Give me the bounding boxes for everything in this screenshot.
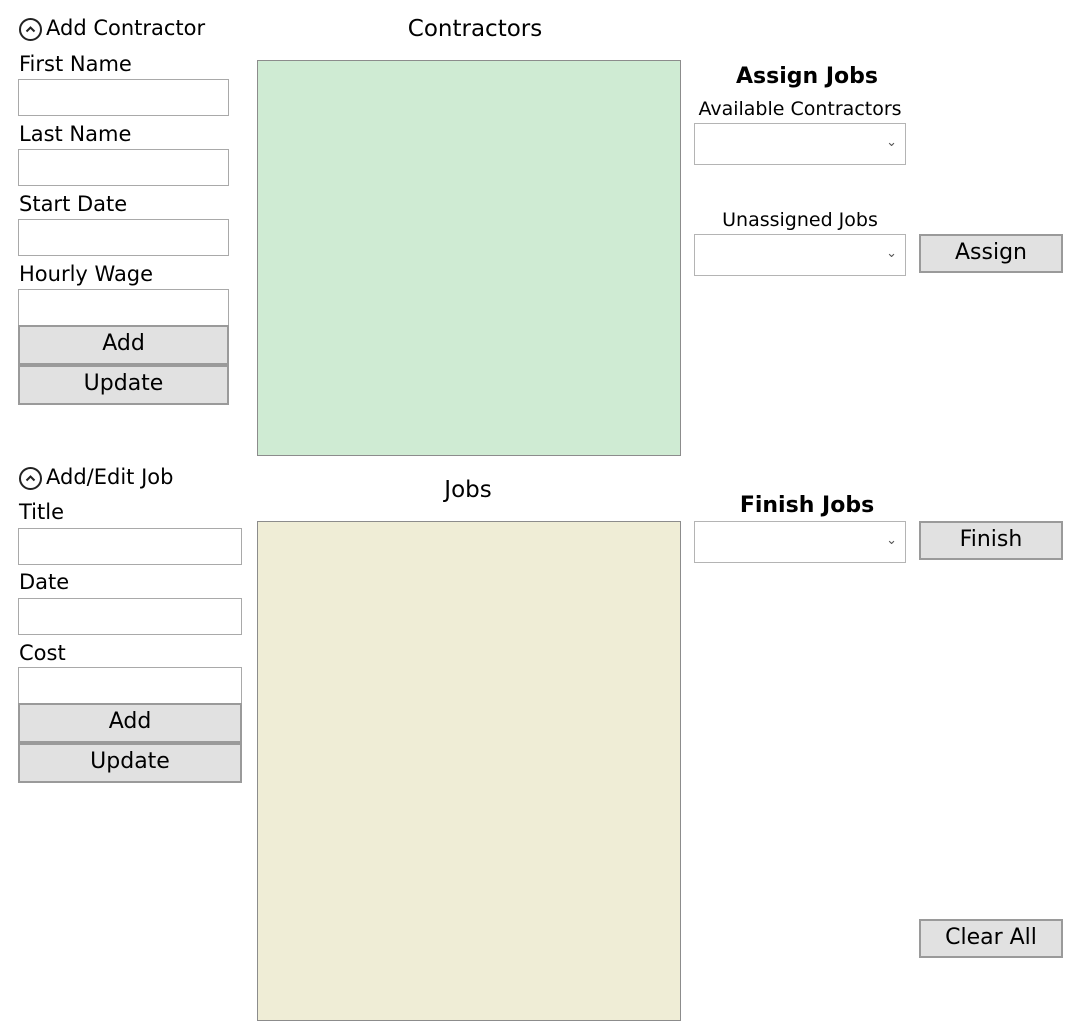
chevron-down-icon: ⌄ [886,532,897,548]
finish-button[interactable]: Finish [919,521,1063,560]
assign-button[interactable]: Assign [919,234,1063,273]
update-job-button[interactable]: Update [18,743,242,783]
job-title-label: Title [19,500,65,524]
start-date-field[interactable] [18,219,229,256]
start-date-label: Start Date [19,192,128,216]
clear-all-button[interactable]: Clear All [919,919,1063,958]
unassigned-jobs-label: Unassigned Jobs [722,209,878,231]
job-expander-header[interactable]: Add/Edit Job [19,464,173,490]
job-cost-label: Cost [19,641,66,665]
job-date-label: Date [19,570,70,594]
chevron-down-icon: ⌄ [886,245,897,261]
job-date-field[interactable] [18,598,242,635]
job-cost-field[interactable] [18,667,242,704]
contractors-list-title: Contractors [407,16,543,42]
add-contractor-button[interactable]: Add [18,325,229,365]
last-name-label: Last Name [19,122,132,146]
assign-jobs-heading: Assign Jobs [736,64,878,89]
chevron-down-icon: ⌄ [886,134,897,150]
update-contractor-button[interactable]: Update [18,365,229,405]
finish-jobs-heading: Finish Jobs [739,493,875,518]
job-form-title: Add/Edit Job [46,465,174,489]
job-title-field[interactable] [18,528,242,565]
hourly-wage-label: Hourly Wage [19,262,154,286]
first-name-label: First Name [19,52,132,76]
contractors-listbox[interactable] [257,60,681,456]
finish-jobs-dropdown[interactable]: ⌄ [694,521,906,563]
hourly-wage-field[interactable] [18,289,229,326]
jobs-list-title: Jobs [444,477,492,503]
contractor-expander-header[interactable]: Add Contractor [19,15,205,41]
chevron-up-circle-icon[interactable] [19,466,42,490]
jobs-listbox[interactable] [257,521,681,1021]
first-name-field[interactable] [18,79,229,116]
chevron-up-circle-icon[interactable] [19,17,42,41]
unassigned-jobs-dropdown[interactable]: ⌄ [694,234,906,276]
last-name-field[interactable] [18,149,229,186]
add-job-button[interactable]: Add [18,703,242,743]
available-contractors-dropdown[interactable]: ⌄ [694,123,906,165]
available-contractors-label: Available Contractors [698,98,902,120]
contractor-form-title: Add Contractor [46,16,206,40]
